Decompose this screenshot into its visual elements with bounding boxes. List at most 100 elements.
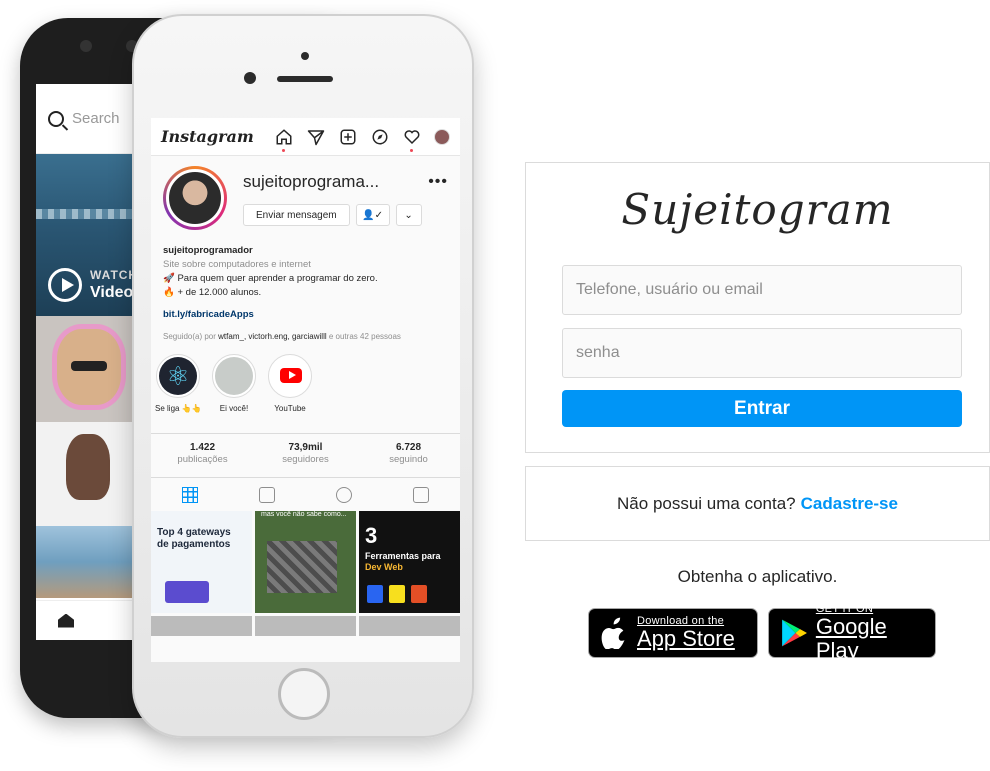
signup-box: Não possui uma conta? Cadastre-se [525,466,990,541]
highlight-label: Se liga 👆👆 [155,404,202,413]
speaker-grille [277,76,333,82]
brand-logo: Sujeitogram [621,185,894,234]
instagram-logo: Instagram [161,127,254,146]
post-subtitle: Dev Web [365,562,403,572]
signup-prompt: Não possui uma conta? [617,493,796,513]
followed-by-names: wtfam_, victorh.eng, garciawilll [218,332,327,341]
proximity-sensor [301,52,309,60]
css-logo-icon [367,585,383,603]
profile-bio: sujeitoprogramador Site sobre computador… [163,244,448,344]
google-play-button[interactable]: GET IT ON Google Play [768,603,936,663]
profile-stats: 1.422 publicações 73,9mil seguidores 6.728… [151,433,460,477]
followed-by: Seguido(a) por wtfam_, victorh.eng, garc… [163,330,448,344]
bio-category: Site sobre computadores e internet [163,259,311,270]
highlight-label: Ei você! [219,404,249,413]
app-store-button[interactable]: Download on the App Store [588,608,758,658]
google-play-icon [782,619,807,647]
dog-image [66,434,110,500]
react-icon [159,357,197,395]
story-highlights: Se liga 👆👆 Ei você! YouTube [151,344,460,413]
posts-grid-row [151,616,460,636]
highlight-item: Se liga 👆👆 [155,354,202,413]
tab-tagged [383,486,460,503]
followed-by-suffix: e outras 42 pessoas [326,332,401,341]
explore-cat-tile [36,316,146,422]
heart-icon [402,127,422,152]
avatar [434,128,450,145]
profile-username: sujeitoprograma... [243,172,380,191]
landing-page: Search WATCH Video Instagram sujeitoprog… [0,0,990,771]
post-caption: mas você não sabe como... [261,511,347,518]
stat-value: 6.728 [395,442,422,453]
ei-voce-icon [215,357,253,395]
send-message-button: Enviar mensagem [243,204,350,226]
following-icon: 👤✓ [355,204,390,226]
signup-link[interactable]: Cadastre-se [801,494,898,514]
html-logo-icon [411,585,427,603]
bio-line: 🔥 + de 12.000 alunos. [163,287,262,298]
tab-igtv [306,486,383,503]
highlight-item: YouTube [267,354,313,413]
app-store-big-text: App Store [637,626,735,651]
stat-following: 6.728 seguindo [357,434,460,477]
more-options-icon: ••• [428,173,448,190]
bottom-nav [36,600,146,640]
explore-dog-tile [36,422,146,526]
post-number: 3 [365,523,378,548]
watch-label: WATCH [90,268,139,282]
login-box: Sujeitogram Entrar [525,162,990,453]
password-input[interactable] [562,328,962,378]
stat-label: publicações [177,454,228,465]
apple-icon [601,617,625,649]
post-thumbnail: Top 4 gateways de pagamentos [151,511,252,613]
cat-image [52,324,126,410]
bio-line: 🚀 Para quem quer aprender a programar do… [163,273,378,284]
login-button[interactable]: Entrar [562,390,962,427]
username-input[interactable] [562,265,962,315]
home-icon [58,613,74,628]
tagged-icon [413,486,430,503]
profile-section: sujeitoprograma... ••• Enviar mensagem 👤… [151,156,460,344]
stat-label: seguindo [389,454,428,465]
bio-name: sujeitoprogramador [163,245,253,256]
play-icon [48,268,82,302]
home-icon [274,127,294,152]
posts-grid: Top 4 gateways de pagamentos mas você nã… [151,511,460,613]
stat-label: seguidores [282,454,329,465]
post-thumbnail: 3 Ferramentas para Dev Web [359,511,460,613]
waves-image [36,209,146,219]
chevron-down-icon: ⌄ [395,204,422,226]
stat-value: 73,9mil [288,442,323,453]
js-logo-icon [389,585,405,603]
play-icon [336,486,353,503]
direct-message-icon [306,127,326,147]
explore-beach-tile [36,526,146,598]
bio-link: bit.ly/fabricadeApps [163,309,254,320]
post-text: Top 4 gateways de pagamentos [157,527,231,550]
home-button [278,668,330,720]
search-icon [48,110,64,127]
google-play-big-text: Google Play [815,614,887,663]
reels-icon [258,486,275,503]
explore-search-bar: Search [36,84,146,154]
get-app-text: Obtenha o aplicativo. [677,567,838,586]
profile-tabs [151,477,460,511]
post-title: Ferramentas para [365,551,441,561]
search-placeholder: Search [72,110,120,127]
stat-followers: 73,9mil seguidores [254,434,357,477]
explore-icon [370,127,390,147]
instagram-header: Instagram [151,118,460,156]
stat-posts: 1.422 publicações [151,434,254,477]
camera-icon [80,40,92,52]
followed-by-prefix: Seguido(a) por [163,332,219,341]
race-track-image [267,541,337,593]
store-badges: Download on the App Store GET IT ON Goog… [588,603,936,663]
front-phone-mockup: Instagram sujeitoprograma... ••• Enviar … [132,14,474,738]
instagram-profile-screen: Instagram sujeitoprograma... ••• Enviar … [151,118,460,662]
post-thumbnail: mas você não sabe como... [255,511,356,613]
highlight-label: YouTube [274,404,306,413]
explore-video-tile: WATCH Video [36,154,146,316]
card-illustration [165,581,209,603]
highlight-item: Ei você! [211,354,257,413]
grid-icon [181,486,198,503]
